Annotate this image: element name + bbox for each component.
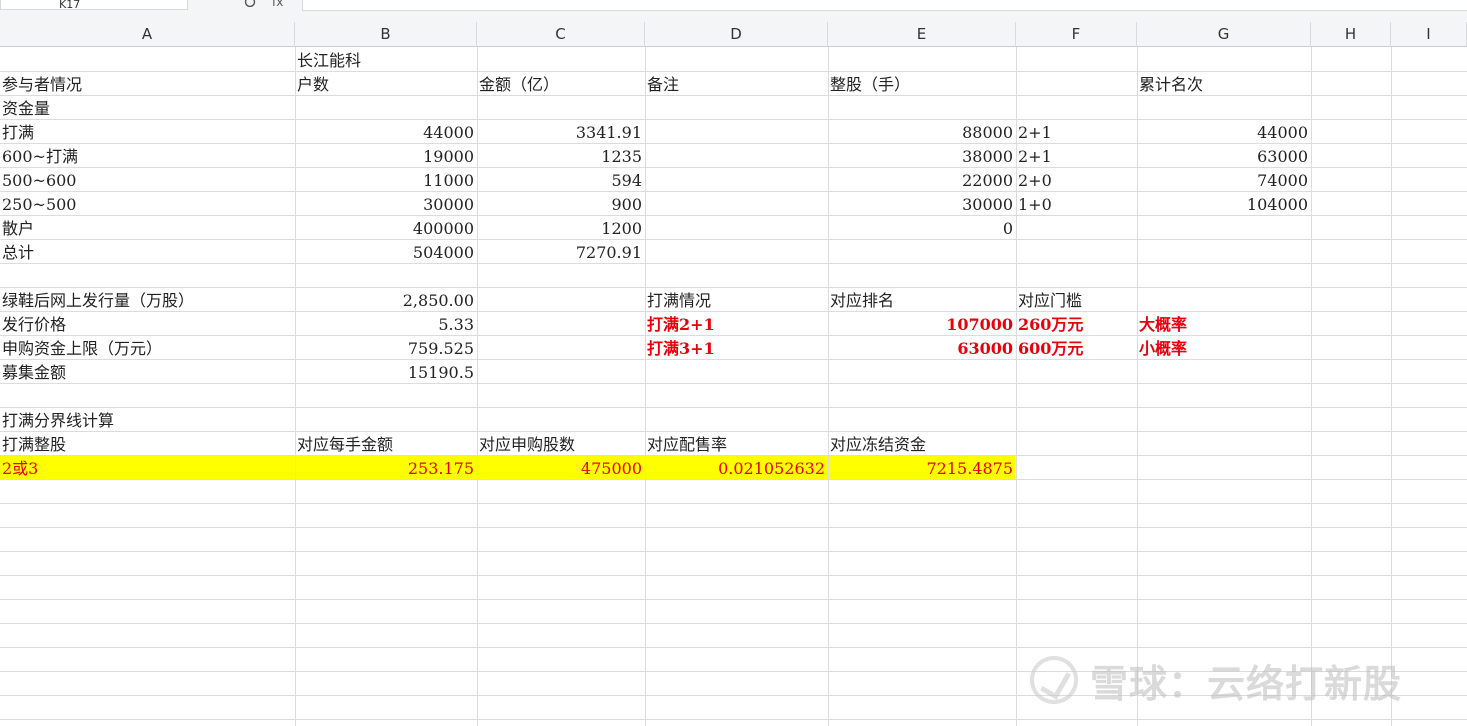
cell-b11[interactable]: 2,850.00 [295,288,477,312]
cell-d2[interactable]: 备注 [645,72,828,96]
cell-a13[interactable]: 申购资金上限（万元） [0,336,295,360]
cell-e8[interactable]: 0 [828,216,1016,240]
cell-e5[interactable]: 38000 [828,144,1016,168]
cell-g13[interactable]: 小概率 [1137,336,1311,360]
cell-a17[interactable]: 打满整股 [0,432,295,456]
cell-a7[interactable]: 250~500 [0,192,295,216]
cell-a6[interactable]: 500~600 [0,168,295,192]
cell-c4[interactable]: 3341.91 [477,120,645,144]
column-header-g[interactable]: G [1137,22,1311,47]
cell-b13[interactable]: 759.525 [295,336,477,360]
fx-area: fx [236,0,306,11]
xueqiu-logo-icon [1030,656,1078,704]
cell-b2[interactable]: 户数 [295,72,477,96]
cell-c7[interactable]: 900 [477,192,645,216]
cell-g12[interactable]: 大概率 [1137,312,1311,336]
cell-a5[interactable]: 600~打满 [0,144,295,168]
cell-c5[interactable]: 1235 [477,144,645,168]
column-header-f[interactable]: F [1016,22,1137,47]
column-header-i[interactable]: I [1391,22,1467,47]
cell-f5[interactable]: 2+1 [1016,144,1137,168]
cell-a14[interactable]: 募集金额 [0,360,295,384]
cell-a8[interactable]: 散户 [0,216,295,240]
name-box[interactable]: K17 [0,0,188,10]
cell-g2[interactable]: 累计名次 [1137,72,1311,96]
cell-e12[interactable]: 107000 [828,312,1016,336]
cell-e4[interactable]: 88000 [828,120,1016,144]
cell-a3[interactable]: 资金量 [0,96,295,120]
cell-f4[interactable]: 2+1 [1016,120,1137,144]
cell-e2[interactable]: 整股（手） [828,72,1016,96]
cell-c2[interactable]: 金额（亿） [477,72,645,96]
cell-c18[interactable]: 475000 [477,456,645,480]
cell-a18[interactable]: 2或3 [0,456,295,480]
cell-d13[interactable]: 打满3+1 [645,336,828,360]
cell-g7[interactable]: 104000 [1137,192,1311,216]
watermark-text: 雪球：云络打新股 [1090,661,1403,706]
column-header-c[interactable]: C [477,22,645,47]
cell-a12[interactable]: 发行价格 [0,312,295,336]
cell-b5[interactable]: 19000 [295,144,477,168]
cell-b1[interactable]: 长江能科 [295,48,477,72]
cell-d18[interactable]: 0.021052632 [645,456,828,480]
cell-c9[interactable]: 7270.91 [477,240,645,264]
cell-f6[interactable]: 2+0 [1016,168,1137,192]
cell-grid[interactable]: 长江能科 参与者情况 户数 金额（亿） 备注 整股（手） 累计名次 资金量 打满… [0,47,1467,726]
cell-g6[interactable]: 74000 [1137,168,1311,192]
cell-d12[interactable]: 打满2+1 [645,312,828,336]
cell-f11[interactable]: 对应门槛 [1016,288,1137,312]
column-header-b[interactable]: B [295,22,477,47]
cell-c17[interactable]: 对应申购股数 [477,432,645,456]
cell-e6[interactable]: 22000 [828,168,1016,192]
cell-b8[interactable]: 400000 [295,216,477,240]
cell-c8[interactable]: 1200 [477,216,645,240]
cell-e18[interactable]: 7215.4875 [828,456,1016,480]
cell-b12[interactable]: 5.33 [295,312,477,336]
watermark: 雪球：云络打新股 [1030,650,1402,710]
cell-a4[interactable]: 打满 [0,120,295,144]
cell-e17[interactable]: 对应冻结资金 [828,432,1016,456]
cell-b18[interactable]: 253.175 [295,456,477,480]
column-header-h[interactable]: H [1311,22,1391,47]
cell-b14[interactable]: 15190.5 [295,360,477,384]
cell-a16[interactable]: 打满分界线计算 [0,408,295,432]
cell-d17[interactable]: 对应配售率 [645,432,828,456]
cell-f13[interactable]: 600万元 [1016,336,1137,360]
column-header-a[interactable]: A [0,22,295,47]
column-header-d[interactable]: D [645,22,828,47]
formula-input[interactable] [302,0,1467,11]
cell-a11[interactable]: 绿鞋后网上发行量（万股） [0,288,295,312]
formula-bar: K17 fx [0,0,1467,23]
cell-b9[interactable]: 504000 [295,240,477,264]
cell-a9[interactable]: 总计 [0,240,295,264]
cell-g5[interactable]: 63000 [1137,144,1311,168]
cell-b6[interactable]: 11000 [295,168,477,192]
cell-c6[interactable]: 594 [477,168,645,192]
cell-b4[interactable]: 44000 [295,120,477,144]
cell-f7[interactable]: 1+0 [1016,192,1137,216]
cell-e7[interactable]: 30000 [828,192,1016,216]
cell-e13[interactable]: 63000 [828,336,1016,360]
cell-g4[interactable]: 44000 [1137,120,1311,144]
column-header-e[interactable]: E [828,22,1016,47]
cell-f12[interactable]: 260万元 [1016,312,1137,336]
search-icon[interactable] [244,0,258,7]
cell-d11[interactable]: 打满情况 [645,288,828,312]
cell-e11[interactable]: 对应排名 [828,288,1016,312]
fx-label[interactable]: fx [272,0,283,8]
cell-a2[interactable]: 参与者情况 [0,72,295,96]
cell-b17[interactable]: 对应每手金额 [295,432,477,456]
cell-b7[interactable]: 30000 [295,192,477,216]
